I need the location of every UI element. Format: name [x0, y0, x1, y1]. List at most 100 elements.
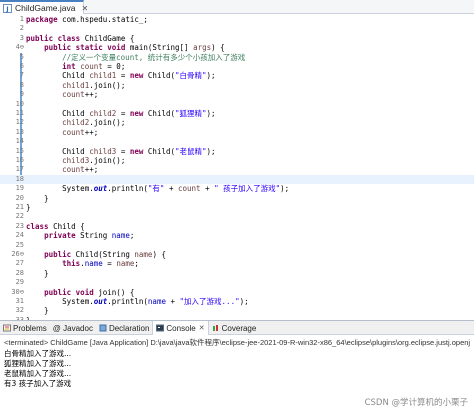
code-token: +: [165, 297, 180, 306]
code-text: child1.join();: [26, 81, 125, 90]
line-number: 5: [19, 52, 24, 61]
code-line[interactable]: 22: [0, 212, 474, 221]
code-text: count++;: [26, 128, 98, 137]
line-number: 16: [15, 156, 24, 164]
code-token: .println(: [107, 297, 148, 306]
code-line[interactable]: 23 class Child {: [0, 222, 474, 231]
code-line[interactable]: 9 count++;: [0, 90, 474, 99]
line-number: 30⊖: [11, 287, 24, 296]
code-token: System.: [26, 184, 94, 194]
code-token: = 0;: [102, 62, 126, 71]
code-line[interactable]: 6 int count = 0;: [0, 62, 474, 71]
panel-tab-console[interactable]: Console ✕: [152, 321, 209, 335]
code-token: public: [44, 287, 72, 297]
code-text: this.name = name;: [26, 259, 139, 268]
code-line[interactable]: 2: [0, 24, 474, 33]
line-number: 4⊖: [15, 43, 24, 52]
code-line[interactable]: 16 child3.join();: [0, 156, 474, 165]
code-line[interactable]: 20 }: [0, 194, 474, 203]
close-icon[interactable]: ✕: [199, 324, 205, 332]
code-text: package com.hspedu.static_;: [26, 15, 148, 24]
code-token: "有": [147, 184, 165, 194]
close-icon[interactable]: ✕: [81, 4, 88, 13]
panel-tab-problems[interactable]: Problems: [0, 321, 50, 335]
code-line[interactable]: 18: [0, 174, 474, 185]
code-line[interactable]: 15 Child child3 = new Child("老鼠精");: [0, 147, 474, 156]
code-line[interactable]: 7 Child child1 = new Child("白骨精");: [0, 71, 474, 80]
code-text: Child child3 = new Child("老鼠精");: [26, 146, 215, 156]
line-number: 26⊖: [11, 250, 24, 258]
code-line[interactable]: 31 System.out.println(name + "加入了游戏...")…: [0, 297, 474, 306]
code-token: child3: [62, 156, 90, 165]
code-line[interactable]: 25: [0, 241, 474, 250]
line-number: 25: [15, 240, 24, 249]
code-line[interactable]: 19 System.out.println("有" + count + " 孩子…: [0, 184, 474, 193]
panel-tab-label: Console: [166, 323, 196, 333]
code-line[interactable]: 27 this.name = name;: [0, 259, 474, 268]
code-text: class Child {: [26, 222, 85, 231]
code-line[interactable]: 12 child2.join();: [0, 118, 474, 127]
code-line[interactable]: 10: [0, 100, 474, 109]
line-number: 14: [15, 137, 24, 146]
panel-tab-javadoc[interactable]: @ Javadoc: [50, 321, 96, 335]
line-number: 6: [19, 62, 24, 70]
code-editor[interactable]: 1 package com.hspedu.static_; 2 3 public cla…: [0, 14, 474, 325]
line-number: 27: [15, 259, 24, 268]
code-line[interactable]: 1 package com.hspedu.static_;: [0, 15, 474, 24]
code-token: out: [93, 184, 108, 194]
code-token: public: [26, 33, 54, 43]
code-line[interactable]: 24 private String name;: [0, 231, 474, 240]
code-token: class: [26, 221, 49, 231]
code-token: "狐狸精": [175, 109, 207, 118]
code-line[interactable]: 26⊖ public Child(String name) {: [0, 250, 474, 259]
panel-tab-declaration[interactable]: Declaration: [96, 321, 152, 335]
code-text: System.out.println("有" + count + " 孩子加入了…: [26, 184, 289, 193]
editor-tab-childgame[interactable]: J ChildGame.java ✕: [0, 0, 88, 14]
code-line[interactable]: 8 child1.join();: [0, 81, 474, 90]
code-token: =: [116, 71, 130, 81]
code-line[interactable]: 3 public class ChildGame {: [0, 34, 474, 43]
code-token: //定义一个变量count, 统计有多少个小孩加入了游戏: [62, 52, 246, 62]
code-line[interactable]: 4⊖ public static void main(String[] args…: [0, 43, 474, 52]
code-line[interactable]: 5 //定义一个变量count, 统计有多少个小孩加入了游戏: [0, 53, 474, 62]
code-line[interactable]: 32 }: [0, 306, 474, 315]
code-token: Child: [26, 146, 90, 156]
code-token: static: [75, 43, 103, 53]
code-token: class: [57, 33, 81, 43]
problems-icon: [3, 324, 11, 332]
code-token: Child(String: [71, 250, 135, 259]
code-text: child2.join();: [26, 118, 125, 127]
code-line[interactable]: 14: [0, 137, 474, 146]
code-text: private String name;: [26, 231, 134, 240]
code-text: count++;: [26, 90, 98, 99]
code-token: }: [26, 268, 49, 278]
code-line[interactable]: 13 count++;: [0, 128, 474, 137]
code-line[interactable]: 30⊖ public void join() {: [0, 288, 474, 297]
code-token: ;: [134, 259, 139, 269]
panel-tab-coverage[interactable]: Coverage: [209, 321, 260, 335]
code-token: .join();: [89, 156, 126, 165]
code-token: );: [239, 297, 249, 306]
code-line[interactable]: 28 }: [0, 269, 474, 278]
code-token: name: [84, 259, 103, 269]
code-line[interactable]: 17 count++;: [0, 165, 474, 174]
code-line[interactable]: 11 Child child2 = new Child("狐狸精");: [0, 109, 474, 118]
line-number: 3: [19, 33, 24, 42]
code-token: "白骨精": [175, 71, 207, 81]
code-token: Child: [26, 71, 90, 81]
code-token: +: [164, 184, 178, 194]
code-token: }: [26, 193, 49, 203]
code-token: "老鼠精": [175, 146, 207, 156]
line-number: 15: [15, 146, 24, 155]
code-token: =: [116, 109, 130, 118]
code-line[interactable]: 29: [0, 278, 474, 287]
line-number: 8: [19, 80, 24, 89]
code-text: public void join() {: [26, 288, 134, 297]
code-line[interactable]: 21}: [0, 203, 474, 212]
line-number: 32: [15, 306, 24, 315]
